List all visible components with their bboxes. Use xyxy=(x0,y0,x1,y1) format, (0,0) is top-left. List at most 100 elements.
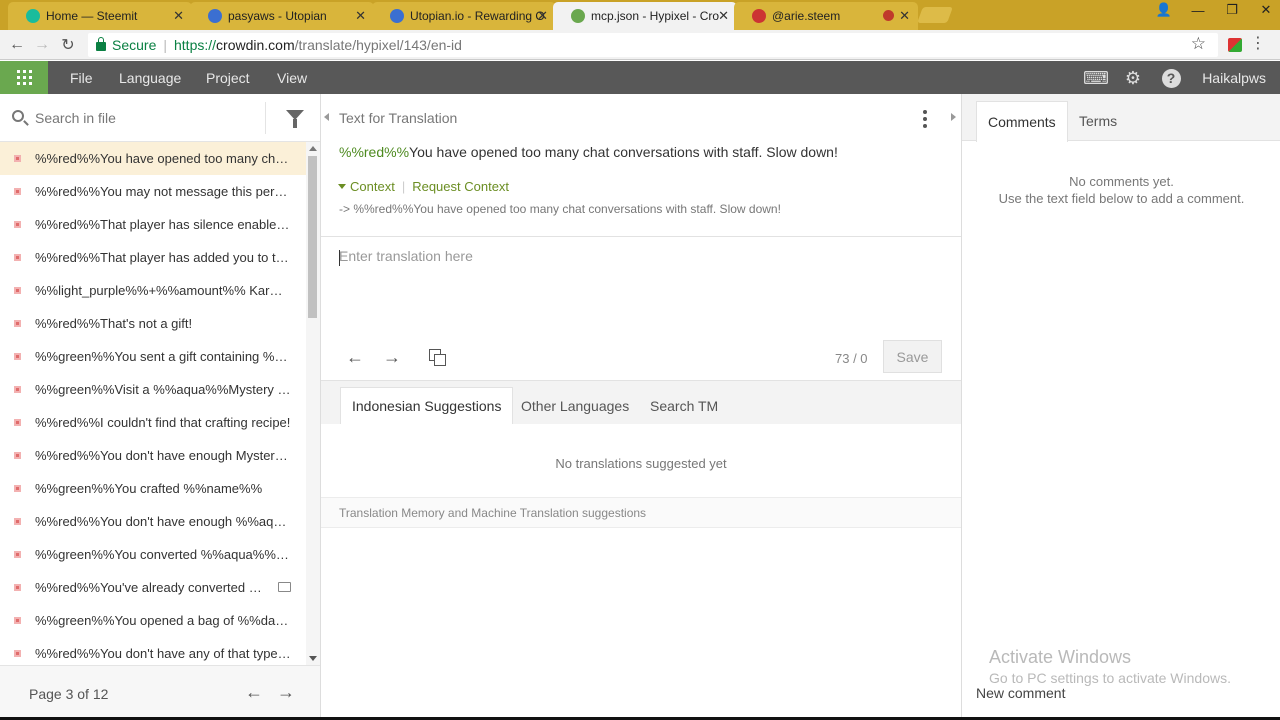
save-button[interactable]: Save xyxy=(883,340,942,373)
prev-page-icon[interactable]: ← xyxy=(245,682,263,703)
close-tab-icon[interactable]: ✕ xyxy=(173,8,184,24)
close-tab-icon[interactable]: ✕ xyxy=(537,8,548,24)
tab-title: Home — Steemit xyxy=(46,9,138,23)
string-item[interactable]: %%green%%You converted %%aqua%%2000 xyxy=(0,538,306,571)
translation-input[interactable] xyxy=(339,248,939,328)
next-string-icon[interactable]: → xyxy=(383,347,401,368)
untranslated-status-icon xyxy=(14,386,21,393)
string-item[interactable]: %%red%%You've already converted %% xyxy=(0,571,306,604)
request-context-link[interactable]: Request Context xyxy=(412,179,509,194)
menu-project[interactable]: Project xyxy=(206,61,250,94)
divider xyxy=(321,236,961,237)
string-item[interactable]: %%red%%You have opened too many chat con… xyxy=(0,142,306,175)
close-window-icon[interactable]: ✕ xyxy=(1252,0,1280,20)
extension-icon[interactable] xyxy=(1228,38,1242,52)
tab-terms[interactable]: Terms xyxy=(1068,101,1128,141)
close-tab-icon[interactable]: ✕ xyxy=(355,8,366,24)
next-page-icon[interactable]: → xyxy=(277,682,295,703)
app-menubar: File Language Project View ⌨ ⚙ ? Haikalp… xyxy=(0,61,1280,94)
empty-comments-line: No comments yet. xyxy=(1069,174,1174,189)
new-comment-field[interactable]: New comment xyxy=(976,685,1065,701)
reload-icon[interactable]: ↻ xyxy=(57,34,79,56)
gear-icon[interactable]: ⚙ xyxy=(1123,68,1143,88)
browser-tab-arie[interactable]: @arie.steem ✕ xyxy=(734,2,918,30)
string-item[interactable]: %%red%%That player has added you to thei… xyxy=(0,241,306,274)
browser-tab-crowdin[interactable]: mcp.json - Hypixel - Cro ✕ xyxy=(553,2,737,30)
close-tab-icon[interactable]: ✕ xyxy=(718,8,729,24)
strings-list: %%red%%You have opened too many chat con… xyxy=(0,142,306,665)
context-toggle[interactable]: Context xyxy=(350,179,395,194)
steemit-favicon-icon xyxy=(752,9,766,23)
secure-label: Secure xyxy=(112,37,157,53)
keyboard-icon[interactable]: ⌨ xyxy=(1083,68,1109,88)
empty-comments-message: No comments yet. Use the text field belo… xyxy=(962,173,1280,207)
copy-source-icon[interactable] xyxy=(429,349,447,367)
string-item[interactable]: %%red%%That player has silence enabled a… xyxy=(0,208,306,241)
browser-menu-icon[interactable]: ⋮ xyxy=(1250,33,1266,53)
url-path: /translate/hypixel/143/en-id xyxy=(294,37,462,53)
apps-grid-button[interactable] xyxy=(0,61,48,94)
comments-tabs: Comments Terms xyxy=(962,94,1280,142)
untranslated-status-icon xyxy=(14,188,21,195)
string-item[interactable]: %%red%%I couldn't find that crafting rec… xyxy=(0,406,306,439)
url-field[interactable]: Secure | https://crowdin.com/translate/h… xyxy=(88,33,1218,57)
comment-icon xyxy=(278,582,291,592)
user-name[interactable]: Haikalpws xyxy=(1202,61,1266,94)
more-options-icon[interactable] xyxy=(922,110,927,128)
address-bar: ← → ↻ Secure | https://crowdin.com/trans… xyxy=(0,30,1280,60)
string-text: %%red%%You may not message this person. xyxy=(35,184,291,199)
utopian-favicon-icon xyxy=(208,9,222,23)
browser-tab-utopian[interactable]: pasyaws - Utopian ✕ xyxy=(190,2,374,30)
string-text: %%light_purple%%+%%amount%% Karma! xyxy=(35,283,291,298)
string-item[interactable]: %%red%%You don't have enough Mystery Dus… xyxy=(0,439,306,472)
forward-icon[interactable]: → xyxy=(31,34,53,56)
menu-view[interactable]: View xyxy=(277,61,307,94)
untranslated-status-icon xyxy=(14,518,21,525)
scroll-up-icon[interactable] xyxy=(309,146,317,151)
tab-other-languages[interactable]: Other Languages xyxy=(510,387,640,424)
string-item[interactable]: %%red%%That's not a gift! xyxy=(0,307,306,340)
help-icon[interactable]: ? xyxy=(1161,68,1181,88)
tab-comments[interactable]: Comments xyxy=(976,101,1068,142)
browser-tab-steemit[interactable]: Home — Steemit ✕ xyxy=(8,2,192,30)
scroll-down-icon[interactable] xyxy=(309,656,317,661)
lock-icon xyxy=(96,36,106,51)
tab-search-tm[interactable]: Search TM xyxy=(639,387,729,424)
utopian-favicon-icon xyxy=(390,9,404,23)
string-item[interactable]: %%red%%You don't have enough %%aqua%% xyxy=(0,505,306,538)
back-icon[interactable]: ← xyxy=(6,34,28,56)
bookmark-star-icon[interactable]: ☆ xyxy=(1191,34,1206,54)
strings-scrollbar[interactable] xyxy=(306,142,320,665)
untranslated-status-icon xyxy=(14,419,21,426)
new-tab-button[interactable] xyxy=(917,7,953,23)
string-item[interactable]: %%green%%You opened a bag of %%dark_aqua… xyxy=(0,604,306,637)
collapse-left-icon[interactable] xyxy=(324,113,329,121)
string-item[interactable]: %%green%%You sent a gift containing %%am… xyxy=(0,340,306,373)
menu-language[interactable]: Language xyxy=(119,61,181,94)
minimize-icon[interactable]: — xyxy=(1184,0,1212,20)
context-caret-icon[interactable] xyxy=(338,184,346,189)
string-text: %%red%%You have opened too many chat con… xyxy=(35,151,291,166)
url-scheme: https:// xyxy=(174,37,217,53)
string-item[interactable]: %%green%%You crafted %%name%% xyxy=(0,472,306,505)
string-item[interactable]: %%red%%You may not message this person. xyxy=(0,175,306,208)
close-tab-icon[interactable]: ✕ xyxy=(899,8,910,24)
previous-string-icon[interactable]: ← xyxy=(346,347,364,368)
string-item[interactable]: %%red%%You don't have any of that type o… xyxy=(0,637,306,665)
browser-tab-utopian-io[interactable]: Utopian.io - Rewarding O ✕ xyxy=(372,2,556,30)
empty-suggestions-message: No translations suggested yet xyxy=(555,456,727,471)
scrollbar-thumb[interactable] xyxy=(308,156,317,318)
menu-file[interactable]: File xyxy=(70,61,93,94)
restore-icon[interactable]: ❐ xyxy=(1218,0,1246,20)
filter-divider xyxy=(265,102,266,134)
string-item[interactable]: %%green%%Visit a %%aqua%%Mystery Vault xyxy=(0,373,306,406)
search-icon xyxy=(12,110,24,122)
filter-icon[interactable] xyxy=(286,110,304,128)
string-item[interactable]: %%light_purple%%+%%amount%% Karma! xyxy=(0,274,306,307)
collapse-right-icon[interactable] xyxy=(951,113,956,121)
placeholder-tag: %%red%% xyxy=(339,144,410,160)
untranslated-status-icon xyxy=(14,617,21,624)
search-input[interactable] xyxy=(35,108,255,128)
user-profile-icon[interactable]: 👤 xyxy=(1150,0,1178,20)
tab-indonesian-suggestions[interactable]: Indonesian Suggestions xyxy=(340,387,514,424)
